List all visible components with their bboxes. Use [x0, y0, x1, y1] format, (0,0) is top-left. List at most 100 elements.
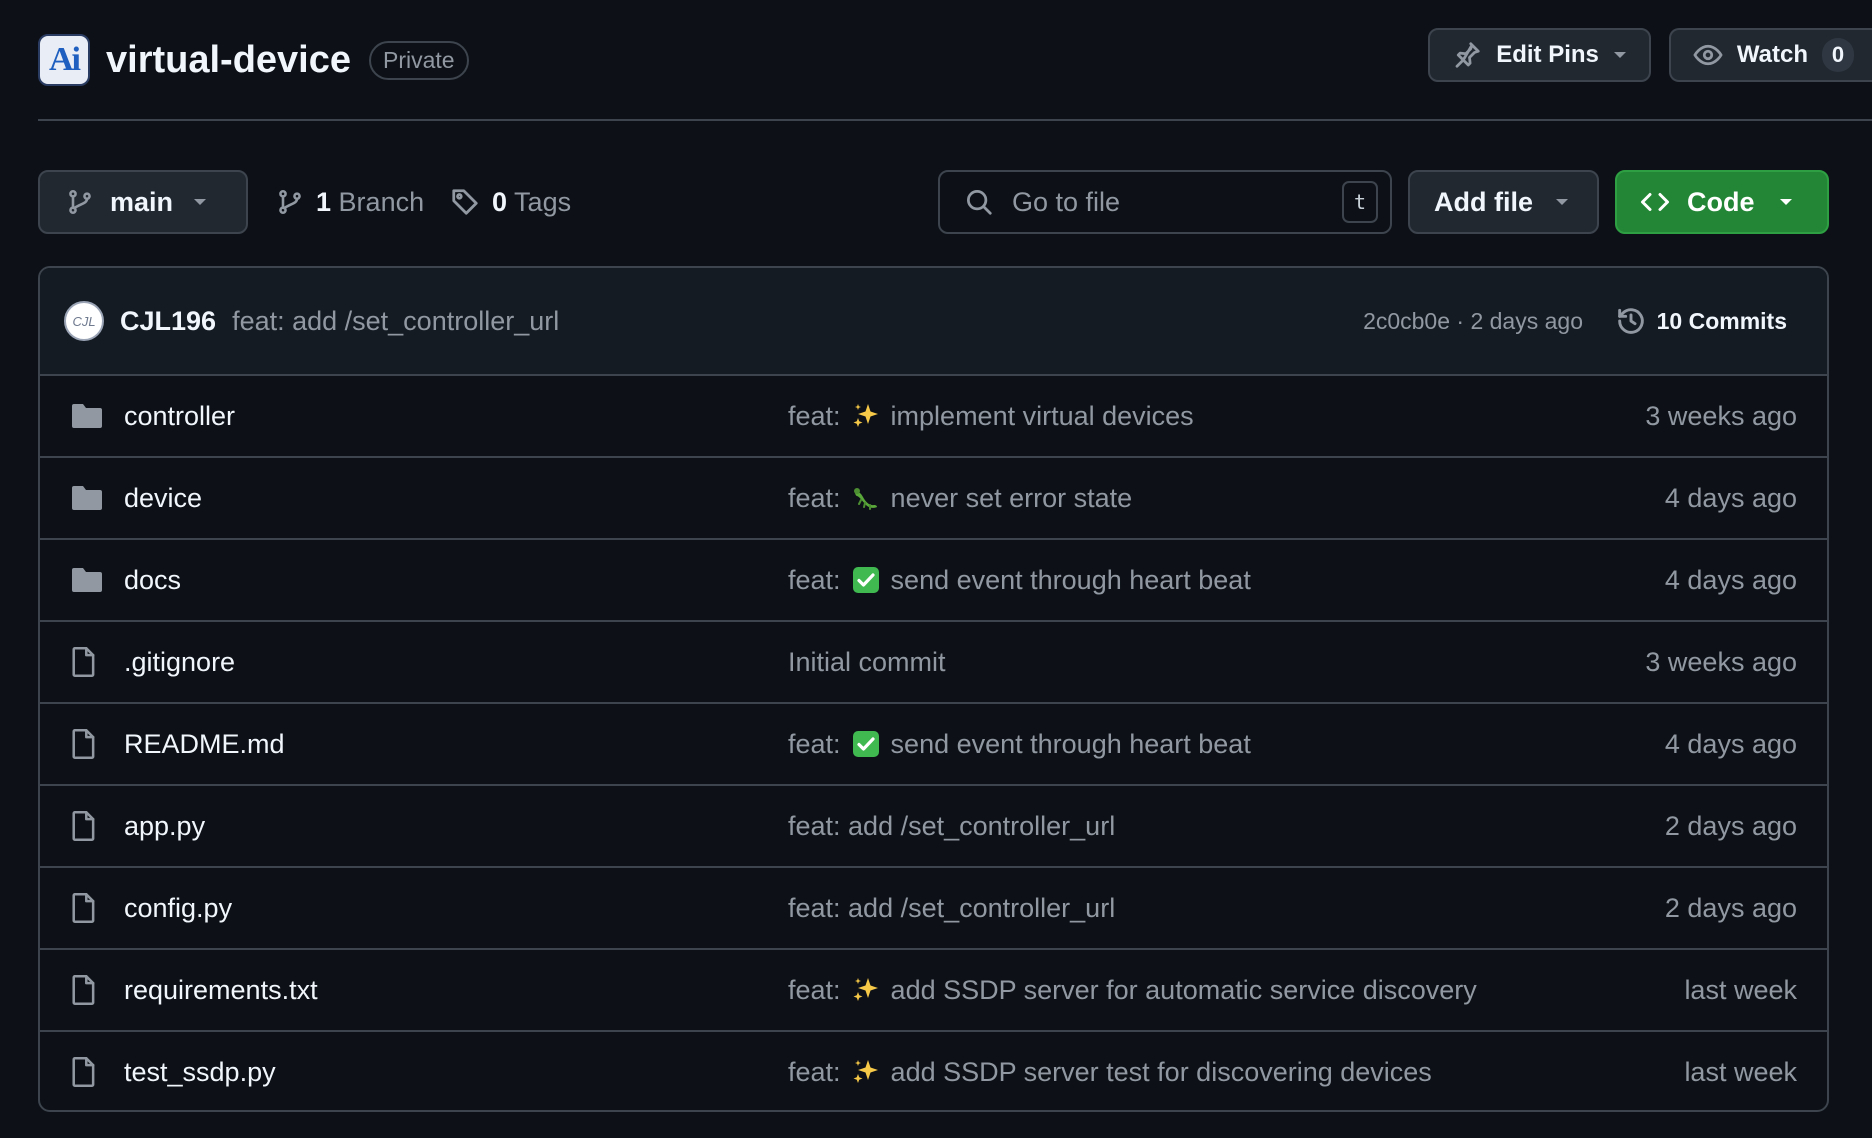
- row-commit-message[interactable]: feat: add /set_controller_url: [788, 893, 1115, 924]
- add-file-label: Add file: [1434, 186, 1533, 217]
- file-name-link[interactable]: requirements.txt: [124, 975, 318, 1006]
- table-row[interactable]: README.md feat: send event through heart b…: [40, 704, 1827, 786]
- row-commit-message[interactable]: feat: add SSDP server test for discoverin…: [788, 1057, 1432, 1088]
- folder-icon: [70, 540, 104, 620]
- row-commit-time: 2 days ago: [1664, 892, 1797, 923]
- folder-icon: [70, 376, 104, 456]
- file-name-link[interactable]: test_ssdp.py: [124, 1057, 276, 1088]
- branch-selector[interactable]: main: [38, 170, 248, 234]
- row-commit-time: last week: [1684, 1056, 1797, 1087]
- commit-text: implement virtual devices: [890, 400, 1194, 431]
- file-name-link[interactable]: .gitignore: [124, 647, 235, 678]
- search-icon: [964, 187, 994, 217]
- row-commit-time: 4 days ago: [1664, 482, 1797, 513]
- commit-hash-time[interactable]: 2c0cb0e · 2 days ago: [1363, 308, 1583, 335]
- commit-message[interactable]: feat: add /set_controller_url: [232, 306, 559, 337]
- file-icon: [70, 868, 98, 948]
- chevron-down-icon: [1555, 197, 1569, 207]
- row-commit-time: 3 weeks ago: [1645, 400, 1797, 431]
- tags-count: 0: [492, 186, 508, 217]
- commit-prefix: feat:: [788, 482, 841, 513]
- table-row[interactable]: requirements.txt feat: add SSDP server for…: [40, 950, 1827, 1032]
- commit-prefix: feat:: [788, 400, 841, 431]
- latest-commit-bar: CJL CJL196 feat: add /set_controller_url…: [40, 268, 1827, 376]
- git-branch-icon: [66, 187, 94, 217]
- file-icon: [70, 1032, 98, 1110]
- file-name-link[interactable]: device: [124, 483, 202, 514]
- file-icon: [70, 950, 98, 1030]
- file-list: controller feat: implement virtual devices…: [40, 376, 1827, 1110]
- logo-text: Ai: [49, 41, 81, 78]
- commit-prefix: feat:: [788, 974, 841, 1005]
- commits-label: 10 Commits: [1656, 307, 1787, 334]
- row-commit-message[interactable]: feat: never set error state: [788, 483, 1132, 514]
- folder-icon: [70, 458, 104, 538]
- sparkles-emoji-icon: [851, 975, 881, 1005]
- check-emoji-icon: [851, 729, 881, 759]
- file-name-link[interactable]: config.py: [124, 893, 232, 924]
- table-row[interactable]: .gitignore Initial commit 3 weeks ago: [40, 622, 1827, 704]
- repo-name[interactable]: virtual-device: [106, 39, 351, 82]
- repo-owner-logo[interactable]: Ai: [38, 34, 90, 86]
- avatar[interactable]: CJL: [64, 301, 104, 341]
- git-branch-icon: [276, 187, 304, 217]
- tag-icon: [450, 187, 480, 217]
- commit-prefix: feat:: [788, 564, 841, 595]
- watch-button[interactable]: Watch 0: [1668, 28, 1872, 82]
- chevron-down-icon: [1779, 197, 1793, 207]
- file-name-link[interactable]: docs: [124, 565, 181, 596]
- commit-text: add SSDP server for automatic service di…: [890, 974, 1477, 1005]
- repo-toolbar: main 1 Branch 0 Tags Go to file t Add fi…: [38, 170, 1829, 234]
- row-commit-message[interactable]: feat: implement virtual devices: [788, 401, 1194, 432]
- history-icon: [1615, 305, 1647, 337]
- table-row[interactable]: app.py feat: add /set_controller_url 2 day…: [40, 786, 1827, 868]
- commit-text: feat: add /set_controller_url: [788, 810, 1116, 841]
- file-name-link[interactable]: app.py: [124, 811, 205, 842]
- commit-text: feat: add /set_controller_url: [788, 892, 1116, 923]
- sparkles-emoji-icon: [851, 401, 881, 431]
- commit-author[interactable]: CJL196: [120, 306, 216, 337]
- row-commit-time: last week: [1684, 974, 1797, 1005]
- repo-header: Ai virtual-device Private Edit Pins Watc…: [38, 28, 1872, 92]
- table-row[interactable]: test_ssdp.py feat: add SSDP server test fo…: [40, 1032, 1827, 1110]
- file-name-link[interactable]: controller: [124, 401, 235, 432]
- commit-text: Initial commit: [788, 646, 946, 677]
- row-commit-message[interactable]: feat: send event through heart beat: [788, 729, 1251, 760]
- edit-pins-button[interactable]: Edit Pins: [1428, 28, 1651, 82]
- row-commit-message[interactable]: feat: send event through heart beat: [788, 565, 1251, 596]
- watch-label: Watch: [1736, 41, 1808, 68]
- row-commit-message[interactable]: Initial commit: [788, 647, 946, 678]
- tags-label: Tags: [514, 186, 572, 217]
- header-divider: [38, 119, 1872, 121]
- visibility-badge: Private: [369, 40, 469, 80]
- keyboard-shortcut-hint: t: [1342, 181, 1378, 223]
- code-icon: [1639, 187, 1671, 217]
- code-label: Code: [1687, 186, 1755, 217]
- commit-text: send event through heart beat: [890, 728, 1251, 759]
- branches-label: Branch: [338, 186, 425, 217]
- branches-count: 1: [316, 186, 332, 217]
- file-table: CJL CJL196 feat: add /set_controller_url…: [38, 266, 1829, 1112]
- commits-link[interactable]: 10 Commits: [1615, 305, 1787, 337]
- tags-link[interactable]: 0 Tags: [450, 170, 571, 234]
- commit-text: never set error state: [890, 482, 1133, 513]
- commit-text: add SSDP server test for discovering dev…: [890, 1056, 1432, 1087]
- row-commit-time: 4 days ago: [1664, 728, 1797, 759]
- commit-prefix: feat:: [788, 1056, 841, 1087]
- row-commit-time: 2 days ago: [1664, 810, 1797, 841]
- branches-link[interactable]: 1 Branch: [276, 170, 424, 234]
- table-row[interactable]: config.py feat: add /set_controller_url 2 …: [40, 868, 1827, 950]
- table-row[interactable]: docs feat: send event through heart beat 4 …: [40, 540, 1827, 622]
- row-commit-time: 4 days ago: [1664, 564, 1797, 595]
- commit-text: send event through heart beat: [890, 564, 1251, 595]
- row-commit-message[interactable]: feat: add /set_controller_url: [788, 811, 1115, 842]
- code-button[interactable]: Code: [1615, 170, 1829, 234]
- go-to-file-input[interactable]: Go to file t: [938, 170, 1392, 234]
- table-row[interactable]: device feat: never set error state 4 days a…: [40, 458, 1827, 540]
- row-commit-message[interactable]: feat: add SSDP server for automatic servi…: [788, 975, 1477, 1006]
- sparkles-emoji-icon: [851, 1057, 881, 1087]
- branch-name: main: [110, 186, 174, 217]
- add-file-button[interactable]: Add file: [1408, 170, 1599, 234]
- table-row[interactable]: controller feat: implement virtual devices…: [40, 376, 1827, 458]
- file-name-link[interactable]: README.md: [124, 729, 285, 760]
